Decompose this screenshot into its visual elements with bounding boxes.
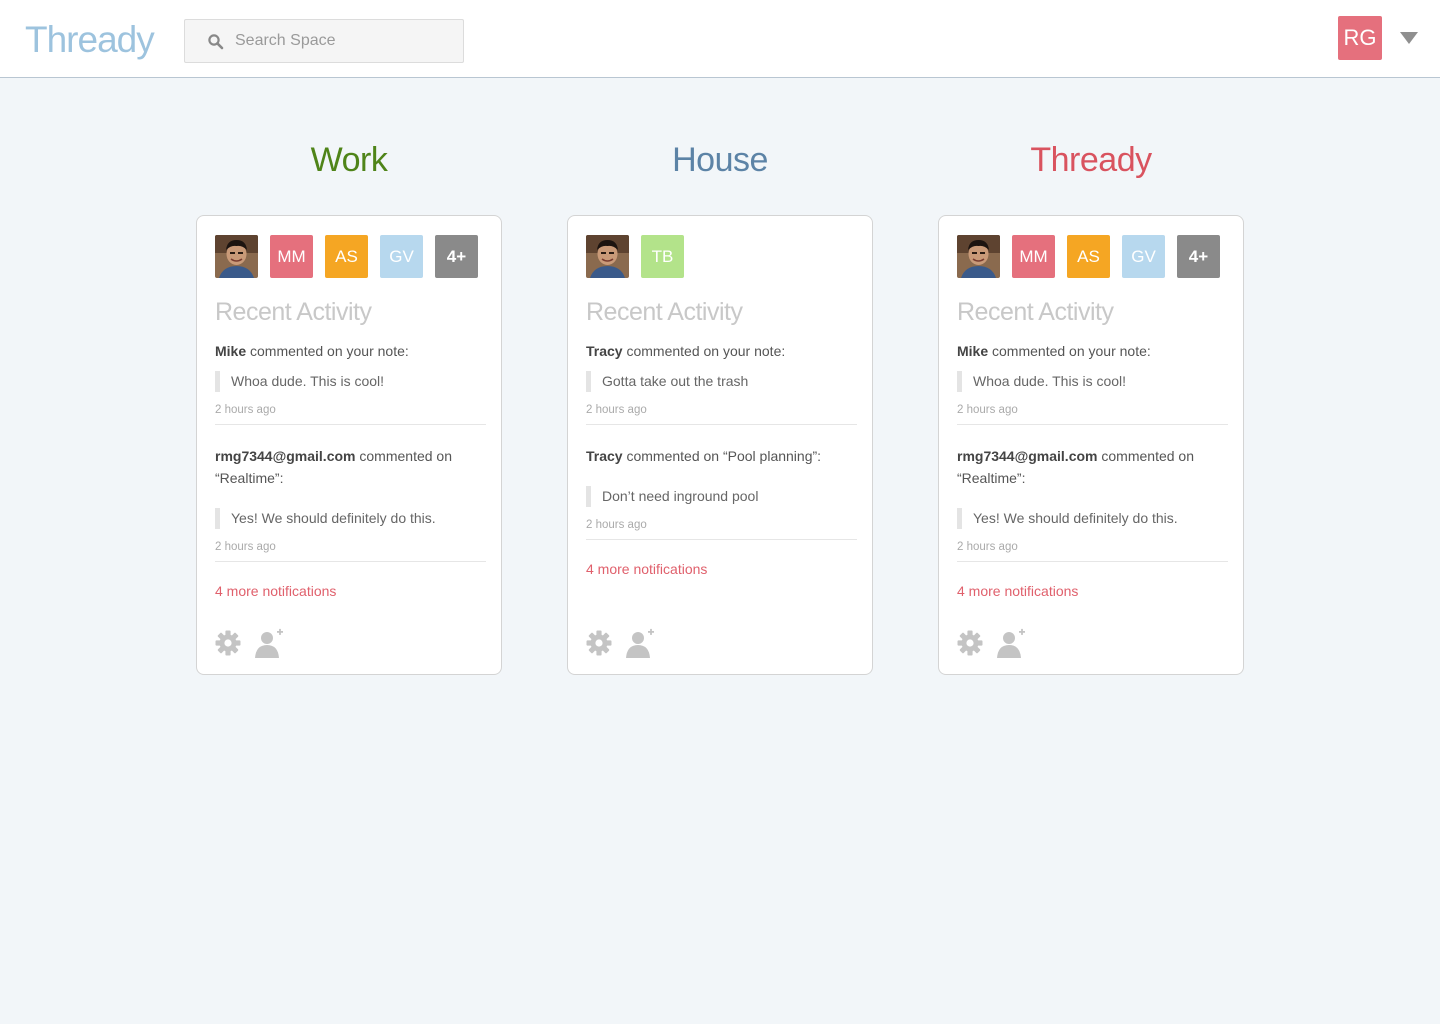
notification-text: Tracy commented on your note: [586, 340, 857, 362]
chevron-down-icon[interactable] [1399, 31, 1419, 45]
more-notifications-link[interactable]: 4 more notifications [215, 582, 486, 600]
member-avatar[interactable]: GV [380, 235, 423, 278]
add-member-icon[interactable] [997, 628, 1027, 658]
gear-icon[interactable] [215, 630, 241, 656]
notification-text: rmg7344@gmail.com commented on “Realtime… [957, 445, 1228, 489]
app-logo[interactable]: Thready [25, 19, 155, 61]
card-actions [215, 628, 285, 658]
add-member-icon[interactable] [255, 628, 285, 658]
recent-activity-heading: Recent Activity [586, 298, 743, 326]
notification-time: 2 hours ago [586, 404, 647, 416]
space-card: MM AS GV 4+ Recent Activity Mike commented on… [196, 215, 502, 675]
gear-icon[interactable] [957, 630, 983, 656]
space-card: MM AS GV 4+ Recent Activity Mike commented on… [938, 215, 1244, 675]
notification-time: 2 hours ago [215, 541, 276, 553]
notification-quote: Whoa dude. This is cool! [215, 371, 486, 392]
search-icon [208, 34, 224, 50]
member-avatar[interactable]: MM [270, 235, 313, 278]
notification-action: commented on your note: [246, 343, 409, 359]
member-avatar[interactable]: GV [1122, 235, 1165, 278]
add-member-icon[interactable] [626, 628, 656, 658]
search-box[interactable] [184, 19, 464, 63]
notification-item[interactable]: Tracy commented on your note: Gotta take … [586, 340, 857, 425]
notification-item[interactable]: Mike commented on your note: Whoa dude. T… [215, 340, 486, 425]
notification-text: Tracy commented on “Pool planning”: [586, 445, 857, 467]
notification-actor: rmg7344@gmail.com [215, 448, 356, 464]
space-title[interactable]: Thready [938, 141, 1244, 180]
gear-icon[interactable] [586, 630, 612, 656]
notification-actor: Mike [215, 343, 247, 359]
member-avatar-photo[interactable] [586, 235, 629, 278]
member-avatar[interactable]: MM [1012, 235, 1055, 278]
more-notifications-link[interactable]: 4 more notifications [957, 582, 1228, 600]
notification-text: Mike commented on your note: [215, 340, 486, 362]
space-title[interactable]: Work [196, 141, 502, 180]
notification-item[interactable]: rmg7344@gmail.com commented on “Realtime… [957, 445, 1228, 562]
member-avatar[interactable]: TB [641, 235, 684, 278]
notification-time: 2 hours ago [957, 541, 1018, 553]
notification-item[interactable]: rmg7344@gmail.com commented on “Realtime… [215, 445, 486, 562]
notification-action: commented on “Pool planning”: [622, 448, 822, 464]
space-card: TB Recent Activity Tracy commented on your… [567, 215, 873, 675]
notification-time: 2 hours ago [957, 404, 1018, 416]
member-avatar[interactable]: AS [1067, 235, 1110, 278]
member-list: MM AS GV 4+ [957, 235, 1232, 278]
notification-actor: Tracy [586, 448, 623, 464]
recent-activity-heading: Recent Activity [957, 298, 1114, 326]
notification-quote: Gotta take out the trash [586, 371, 857, 392]
notification-item[interactable]: Mike commented on your note: Whoa dude. T… [957, 340, 1228, 425]
notification-actor: rmg7344@gmail.com [957, 448, 1098, 464]
member-avatar-photo[interactable] [215, 235, 258, 278]
notification-quote: Don’t need inground pool [586, 486, 857, 507]
notification-time: 2 hours ago [586, 519, 647, 531]
notification-list: Mike commented on your note: Whoa dude. T… [215, 340, 486, 600]
notification-list: Tracy commented on your note: Gotta take … [586, 340, 857, 578]
card-actions [586, 628, 656, 658]
notification-actor: Tracy [586, 343, 623, 359]
notification-list: Mike commented on your note: Whoa dude. T… [957, 340, 1228, 600]
notification-action: commented on your note: [622, 343, 786, 359]
space-title[interactable]: House [567, 141, 873, 180]
member-list: TB [586, 235, 696, 278]
notification-quote: Yes! We should definitely do this. [957, 508, 1228, 529]
more-members-badge[interactable]: 4+ [1177, 235, 1220, 278]
notification-text: Mike commented on your note: [957, 340, 1228, 362]
member-avatar-photo[interactable] [957, 235, 1000, 278]
user-avatar[interactable]: RG [1338, 16, 1382, 60]
top-bar: Thready RG [0, 0, 1440, 78]
more-members-badge[interactable]: 4+ [435, 235, 478, 278]
notification-item[interactable]: Tracy commented on “Pool planning”: Don’t… [586, 445, 857, 540]
notification-text: rmg7344@gmail.com commented on “Realtime… [215, 445, 486, 489]
search-input[interactable] [235, 20, 455, 62]
notification-quote: Whoa dude. This is cool! [957, 371, 1228, 392]
card-actions [957, 628, 1027, 658]
more-notifications-link[interactable]: 4 more notifications [586, 560, 857, 578]
notification-time: 2 hours ago [215, 404, 276, 416]
notification-action: commented on your note: [988, 343, 1151, 359]
notification-actor: Mike [957, 343, 989, 359]
notification-quote: Yes! We should definitely do this. [215, 508, 486, 529]
recent-activity-heading: Recent Activity [215, 298, 372, 326]
member-avatar[interactable]: AS [325, 235, 368, 278]
member-list: MM AS GV 4+ [215, 235, 490, 278]
